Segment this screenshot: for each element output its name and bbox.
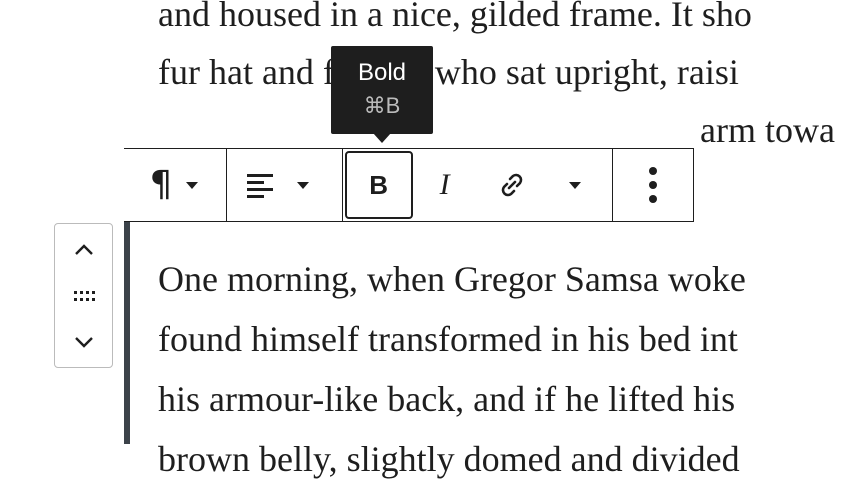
previous-paragraph-line: and housed in a nice, gilded frame. It s… — [158, 0, 752, 34]
chevron-down-icon — [568, 181, 581, 189]
drag-handle[interactable] — [55, 276, 112, 316]
previous-paragraph-line: arm towa — [700, 110, 835, 150]
chevron-up-icon — [74, 244, 93, 255]
block-toolbar: ¶ B I — [124, 148, 694, 222]
selected-paragraph-block[interactable]: One morning, when Gregor Samsa woke foun… — [158, 250, 746, 490]
move-up-button[interactable] — [55, 228, 112, 272]
paragraph-transform-button[interactable]: ¶ — [134, 149, 214, 221]
block-type-group: ¶ — [124, 149, 227, 221]
previous-paragraph[interactable]: and housed in a nice, gilded frame. It s… — [158, 0, 835, 159]
options-button[interactable] — [623, 149, 683, 221]
italic-button[interactable]: I — [413, 149, 477, 221]
align-left-icon — [246, 174, 273, 198]
chevron-down-icon — [186, 181, 199, 189]
chevron-down-icon — [296, 181, 309, 189]
move-down-button[interactable] — [55, 320, 112, 364]
link-icon — [501, 173, 522, 197]
drag-handle-icon — [73, 291, 95, 301]
previous-paragraph-line: fur hat and fur boa who sat upright, rai… — [158, 52, 739, 92]
formatting-group: B I — [343, 149, 614, 221]
pilcrow-icon: ¶ — [149, 164, 173, 205]
more-vertical-icon — [649, 167, 658, 203]
bold-button[interactable]: B — [344, 151, 413, 219]
paragraph-line: brown belly, slightly domed and divided — [158, 439, 740, 479]
chevron-down-icon — [74, 337, 93, 348]
options-group — [613, 149, 693, 221]
more-formatting-button[interactable] — [547, 149, 603, 221]
link-button[interactable] — [477, 149, 547, 221]
paragraph-line: his armour-like back, and if he lifted h… — [158, 379, 736, 419]
tooltip-label: Bold — [357, 59, 407, 86]
align-button[interactable] — [245, 149, 309, 221]
block-mover — [54, 223, 113, 368]
alignment-group — [227, 149, 343, 221]
paragraph-line: found himself transformed in his bed int — [158, 319, 738, 359]
bold-tooltip: Bold ⌘B — [331, 46, 433, 143]
paragraph-line: One morning, when Gregor Samsa woke — [158, 259, 746, 299]
tooltip-shortcut: ⌘B — [363, 93, 401, 118]
